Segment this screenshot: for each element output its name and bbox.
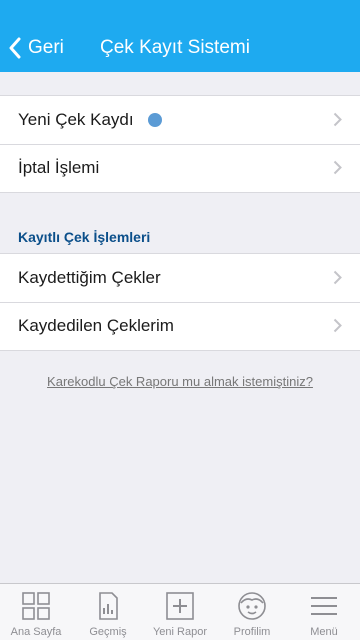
new-check-record-item[interactable]: Yeni Çek Kaydı (0, 96, 360, 144)
tab-menu[interactable]: Menü (288, 584, 360, 640)
chevron-right-icon (333, 112, 342, 127)
tab-history[interactable]: Geçmiş (72, 584, 144, 640)
tab-label: Profilim (233, 626, 271, 638)
top-menu-group: Yeni Çek Kaydı İptal İşlemi (0, 95, 360, 193)
tab-profile[interactable]: Profilim (216, 584, 288, 640)
new-check-record-label: Yeni Çek Kaydı (18, 110, 134, 129)
section-title: Kayıtlı Çek İşlemleri (18, 229, 151, 245)
tab-new-report[interactable]: Yeni Rapor (144, 584, 216, 640)
page-title: Çek Kayıt Sistemi (100, 37, 250, 58)
chevron-right-icon (333, 270, 342, 285)
tab-label: Geçmiş (89, 626, 127, 638)
face-icon (238, 592, 266, 620)
qr-check-report-link[interactable]: Karekodlu Çek Raporu mu almak istemiştin… (0, 374, 360, 389)
chevron-left-icon (9, 37, 21, 59)
tab-label: Menü (310, 626, 338, 638)
status-dot-icon (147, 113, 162, 127)
my-saved-checks-label: Kaydettiğim Çekler (18, 268, 161, 287)
back-label: Geri (28, 37, 64, 58)
tab-home[interactable]: Ana Sayfa (0, 584, 72, 640)
tab-label: Yeni Rapor (152, 626, 208, 638)
hamburger-icon (311, 597, 337, 615)
received-checks-label: Kaydedilen Çeklerim (18, 316, 174, 335)
cancel-operation-label: İptal İşlemi (18, 158, 100, 177)
tab-bar: Ana Sayfa Geçmiş Yeni Rapor Profilim Men… (0, 583, 360, 640)
saved-checks-group: Kaydettiğim Çekler Kaydedilen Çeklerim (0, 253, 360, 351)
grid-icon (22, 592, 50, 620)
header-bar: Geri Çek Kayıt Sistemi (0, 0, 360, 72)
chevron-right-icon (333, 318, 342, 333)
tab-label: Ana Sayfa (10, 626, 62, 638)
my-saved-checks-item[interactable]: Kaydettiğim Çekler (0, 254, 360, 302)
plus-box-icon (166, 592, 194, 620)
cancel-operation-item[interactable]: İptal İşlemi (0, 144, 360, 192)
chevron-right-icon (333, 160, 342, 175)
history-icon (99, 592, 118, 620)
back-button[interactable]: Geri (8, 24, 64, 72)
received-checks-item[interactable]: Kaydedilen Çeklerim (0, 302, 360, 350)
